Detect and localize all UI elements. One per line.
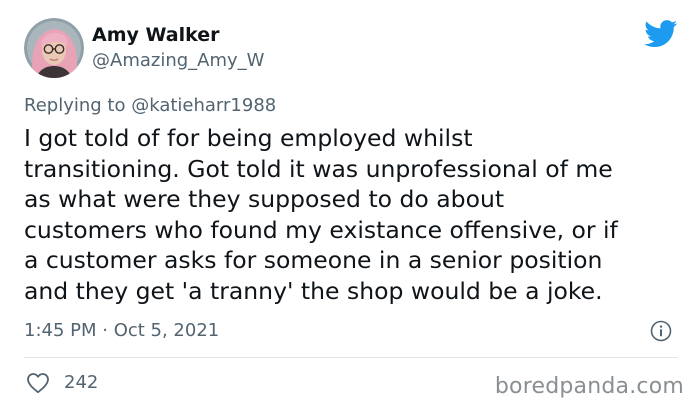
author-handle[interactable]: @Amazing_Amy_W xyxy=(92,50,264,71)
tweet-text-line: a customer asks for someone in a senior … xyxy=(24,246,603,275)
tweet-text-line: I got told of for being employed whilst xyxy=(24,124,473,152)
avatar[interactable] xyxy=(24,18,84,78)
avatar-image xyxy=(24,18,84,78)
replying-to-label: Replying to xyxy=(24,95,126,116)
author-display-name[interactable]: Amy Walker xyxy=(92,24,220,46)
tweet-timestamp[interactable]: 1:45 PM · Oct 5, 2021 xyxy=(24,320,219,341)
tweet-text-line: and they get 'a tranny' the shop would b… xyxy=(24,276,603,305)
source-watermark: boredpanda.com xyxy=(494,374,684,399)
reply-mention-link[interactable]: @katieharr1988 xyxy=(131,95,276,116)
tweet-text: I got told of for being employed whilst … xyxy=(24,123,684,307)
tweet-text-line: customers who found my existance offensi… xyxy=(24,215,618,244)
twitter-bird-icon[interactable] xyxy=(644,20,678,48)
info-icon[interactable] xyxy=(650,320,672,342)
tweet-card: Amy Walker @Amazing_Amy_W Replying to @k… xyxy=(0,0,700,410)
heart-icon[interactable] xyxy=(26,372,50,394)
tweet-text-line: as what were they supposed to do about xyxy=(24,185,505,214)
divider xyxy=(24,357,678,358)
replying-to: Replying to @katieharr1988 xyxy=(24,95,276,116)
tweet-text-line: transitioning. Got told it was unprofess… xyxy=(24,154,613,183)
like-count: 242 xyxy=(64,372,99,393)
